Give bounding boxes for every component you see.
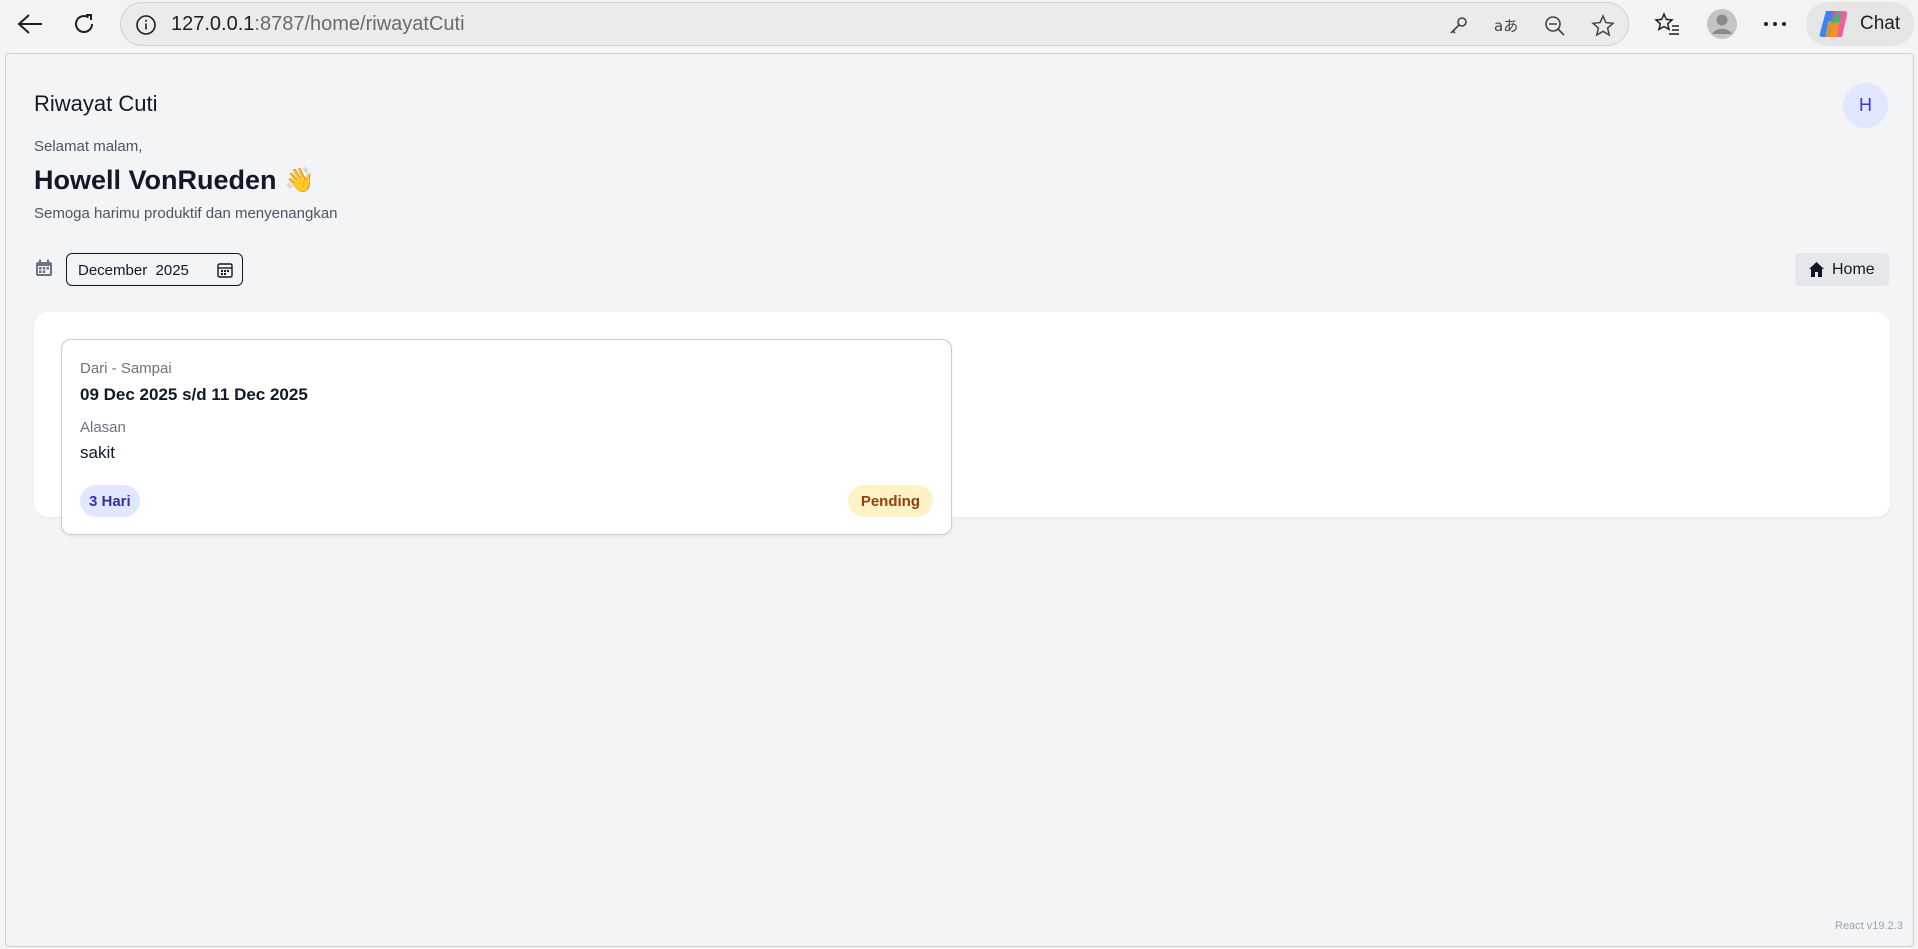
translate-icon[interactable]: aあ bbox=[1494, 13, 1520, 39]
status-badge: Pending bbox=[847, 485, 933, 517]
more-menu-icon[interactable] bbox=[1759, 8, 1791, 40]
chat-label: Chat bbox=[1860, 13, 1901, 34]
user-name: Howell VonRueden bbox=[34, 165, 277, 195]
browser-toolbar: 127.0.0.1:8787/home/riwayatCuti aあ Chat bbox=[0, 0, 1918, 48]
date-range-label: Dari - Sampai bbox=[80, 360, 172, 377]
reload-icon[interactable] bbox=[66, 6, 102, 42]
month-picker-input[interactable]: December 2025 bbox=[66, 253, 243, 286]
page-title: Riwayat Cuti bbox=[34, 91, 158, 116]
home-icon bbox=[1808, 261, 1825, 278]
waving-hand-icon: 👋 bbox=[284, 167, 315, 194]
profile-avatar-icon[interactable] bbox=[1706, 8, 1738, 40]
favorites-list-icon[interactable] bbox=[1651, 8, 1683, 40]
url-text: 127.0.0.1:8787/home/riwayatCuti bbox=[171, 13, 465, 36]
copilot-chat-button[interactable]: Chat bbox=[1806, 2, 1914, 46]
user-name-heading: Howell VonRueden 👋 bbox=[34, 165, 314, 196]
copilot-icon bbox=[1818, 9, 1850, 44]
date-range-value: 09 Dec 2025 s/d 11 Dec 2025 bbox=[80, 385, 308, 404]
zoom-out-icon[interactable] bbox=[1542, 13, 1568, 39]
user-avatar[interactable]: H bbox=[1843, 83, 1888, 128]
site-info-icon[interactable] bbox=[135, 14, 157, 41]
svg-text:aあ: aあ bbox=[1494, 17, 1518, 35]
days-badge: 3 Hari bbox=[80, 485, 140, 517]
leave-history-panel: Dari - Sampai 09 Dec 2025 s/d 11 Dec 202… bbox=[34, 312, 1890, 535]
address-bar[interactable]: 127.0.0.1:8787/home/riwayatCuti aあ bbox=[120, 2, 1629, 46]
version-label: React v19.2.3 bbox=[1835, 920, 1903, 932]
back-arrow-icon[interactable] bbox=[12, 6, 48, 42]
url-path: :8787/home/riwayatCuti bbox=[254, 13, 465, 35]
reason-label: Alasan bbox=[80, 419, 126, 436]
home-button[interactable]: Home bbox=[1795, 253, 1889, 286]
greeting-text: Selamat malam, bbox=[34, 138, 143, 155]
reason-value: sakit bbox=[80, 443, 115, 462]
greeting-subtext: Semoga harimu produktif dan menyenangkan bbox=[34, 205, 338, 222]
calendar-icon bbox=[35, 259, 53, 277]
page-viewport: Riwayat Cuti H Selamat malam, Howell Von… bbox=[5, 53, 1914, 947]
url-host: 127.0.0.1 bbox=[171, 13, 255, 35]
leave-card[interactable]: Dari - Sampai 09 Dec 2025 s/d 11 Dec 202… bbox=[61, 339, 952, 535]
calendar-picker-icon[interactable] bbox=[217, 262, 235, 280]
month-picker-value: December 2025 bbox=[78, 262, 189, 279]
home-button-label: Home bbox=[1832, 261, 1875, 278]
key-icon[interactable] bbox=[1446, 13, 1472, 39]
favorite-star-icon[interactable] bbox=[1590, 13, 1616, 39]
